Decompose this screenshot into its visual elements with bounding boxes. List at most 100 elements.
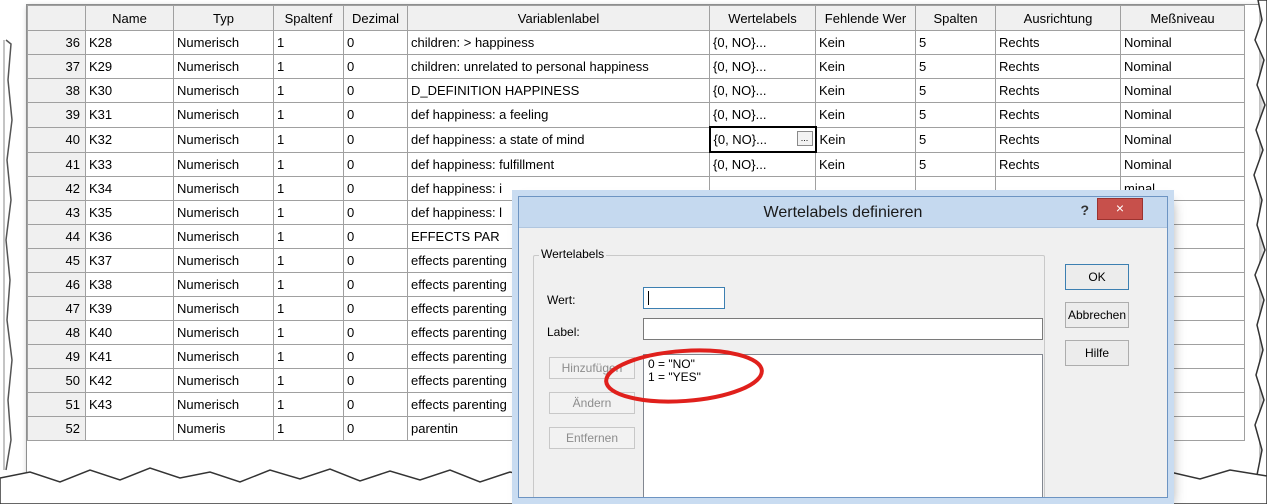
variablenlabel-cell[interactable]: def happiness: fulfillment [407,151,710,177]
cancel-button[interactable]: Abbrechen [1065,302,1129,328]
spaltenformat-cell[interactable]: 1 [273,368,344,393]
row-number[interactable]: 46 [27,272,86,297]
spalten-cell[interactable]: 5 [915,151,996,177]
fehlende-werte-cell[interactable]: Kein [815,126,916,153]
header-corner[interactable] [27,5,86,31]
messniveau-cell[interactable]: Nominal [1120,30,1245,55]
typ-cell[interactable]: Numerisch [173,102,274,128]
typ-cell[interactable]: Numerisch [173,272,274,297]
fehlende-werte-cell[interactable]: Kein [815,30,916,55]
help-icon[interactable]: ? [1080,202,1089,218]
label-input[interactable] [643,318,1043,340]
list-item[interactable]: 1 = "YES" [648,371,1038,384]
name-cell[interactable]: K38 [85,272,174,297]
typ-cell[interactable]: Numerisch [173,392,274,417]
messniveau-cell[interactable]: Nominal [1120,126,1245,153]
table-row[interactable]: 39 K31 Numerisch 1 0 def happiness: a feeling… [27,102,1245,128]
variablenlabel-cell[interactable]: children: unrelated to personal happines… [407,54,710,79]
header-spaltenformat[interactable]: Spaltenf [273,5,344,31]
ausrichtung-cell[interactable]: Rechts [995,151,1121,177]
header-messniveau[interactable]: Meßniveau [1120,5,1245,31]
ausrichtung-cell[interactable]: Rechts [995,78,1121,103]
messniveau-cell[interactable]: Nominal [1120,151,1245,177]
ausrichtung-cell[interactable]: Rechts [995,102,1121,128]
table-row[interactable]: 36 K28 Numerisch 1 0 children: > happiness {0,… [27,30,1245,55]
row-number[interactable]: 37 [27,54,86,79]
messniveau-cell[interactable]: Nominal [1120,54,1245,79]
row-number[interactable]: 39 [27,102,86,128]
typ-cell[interactable]: Numerisch [173,224,274,249]
row-number[interactable]: 52 [27,416,86,441]
spaltenformat-cell[interactable]: 1 [273,344,344,369]
wertelabels-cell[interactable]: {0, NO}... [709,102,816,128]
header-spalten[interactable]: Spalten [915,5,996,31]
spaltenformat-cell[interactable]: 1 [273,200,344,225]
dezimal-cell[interactable]: 0 [343,248,408,273]
typ-cell[interactable]: Numerisch [173,54,274,79]
variablenlabel-cell[interactable]: def happiness: a state of mind [407,126,710,153]
spalten-cell[interactable]: 5 [915,30,996,55]
typ-cell[interactable]: Numerisch [173,78,274,103]
variablenlabel-cell[interactable]: D_DEFINITION HAPPINESS [407,78,710,103]
typ-cell[interactable]: Numerisch [173,296,274,321]
typ-cell[interactable]: Numerisch [173,176,274,201]
name-cell[interactable]: K30 [85,78,174,103]
header-ausrichtung[interactable]: Ausrichtung [995,5,1121,31]
change-button[interactable]: Ändern [549,392,635,414]
name-cell[interactable]: K32 [85,126,174,153]
row-number[interactable]: 44 [27,224,86,249]
dezimal-cell[interactable]: 0 [343,296,408,321]
spaltenformat-cell[interactable]: 1 [273,78,344,103]
spaltenformat-cell[interactable]: 1 [273,176,344,201]
typ-cell[interactable]: Numerisch [173,126,274,153]
spaltenformat-cell[interactable]: 1 [273,224,344,249]
name-cell[interactable]: K41 [85,344,174,369]
ok-button[interactable]: OK [1065,264,1129,290]
help-button[interactable]: Hilfe [1065,340,1129,366]
wertelabels-cell[interactable]: {0, NO}... [709,30,816,55]
dezimal-cell[interactable]: 0 [343,320,408,345]
header-typ[interactable]: Typ [173,5,274,31]
fehlende-werte-cell[interactable]: Kein [815,54,916,79]
spalten-cell[interactable]: 5 [915,78,996,103]
row-number[interactable]: 47 [27,296,86,321]
wertelabels-cell[interactable]: {0, NO}... [709,151,816,177]
header-wertelabels[interactable]: Wertelabels [709,5,816,31]
dezimal-cell[interactable]: 0 [343,344,408,369]
name-cell[interactable]: K43 [85,392,174,417]
dezimal-cell[interactable]: 0 [343,102,408,128]
spalten-cell[interactable]: 5 [915,102,996,128]
name-cell[interactable]: K40 [85,320,174,345]
messniveau-cell[interactable]: Nominal [1120,78,1245,103]
variablenlabel-cell[interactable]: def happiness: a feeling [407,102,710,128]
value-labels-list[interactable]: 0 = "NO" 1 = "YES" [643,354,1043,497]
ausrichtung-cell[interactable]: Rechts [995,54,1121,79]
dezimal-cell[interactable]: 0 [343,126,408,153]
spaltenformat-cell[interactable]: 1 [273,272,344,297]
name-cell[interactable]: K29 [85,54,174,79]
spaltenformat-cell[interactable]: 1 [273,392,344,417]
spaltenformat-cell[interactable]: 1 [273,248,344,273]
name-cell[interactable]: K42 [85,368,174,393]
spaltenformat-cell[interactable]: 1 [273,296,344,321]
spaltenformat-cell[interactable]: 1 [273,320,344,345]
dezimal-cell[interactable]: 0 [343,78,408,103]
spaltenformat-cell[interactable]: 1 [273,416,344,441]
name-cell[interactable]: K39 [85,296,174,321]
typ-cell[interactable]: Numeris [173,416,274,441]
close-button[interactable]: × [1097,198,1143,220]
table-row[interactable]: 38 K30 Numerisch 1 0 D_DEFINITION HAPPINESS {0… [27,78,1245,103]
row-number[interactable]: 50 [27,368,86,393]
typ-cell[interactable]: Numerisch [173,248,274,273]
row-number[interactable]: 49 [27,344,86,369]
spalten-cell[interactable]: 5 [915,126,996,153]
add-button[interactable]: Hinzufügen [549,357,635,379]
spalten-cell[interactable]: 5 [915,54,996,79]
wertelabels-cell[interactable]: {0, NO}... [709,78,816,103]
spaltenformat-cell[interactable]: 1 [273,54,344,79]
typ-cell[interactable]: Numerisch [173,320,274,345]
dezimal-cell[interactable]: 0 [343,224,408,249]
variablenlabel-cell[interactable]: children: > happiness [407,30,710,55]
dezimal-cell[interactable]: 0 [343,176,408,201]
ausrichtung-cell[interactable]: Rechts [995,126,1121,153]
